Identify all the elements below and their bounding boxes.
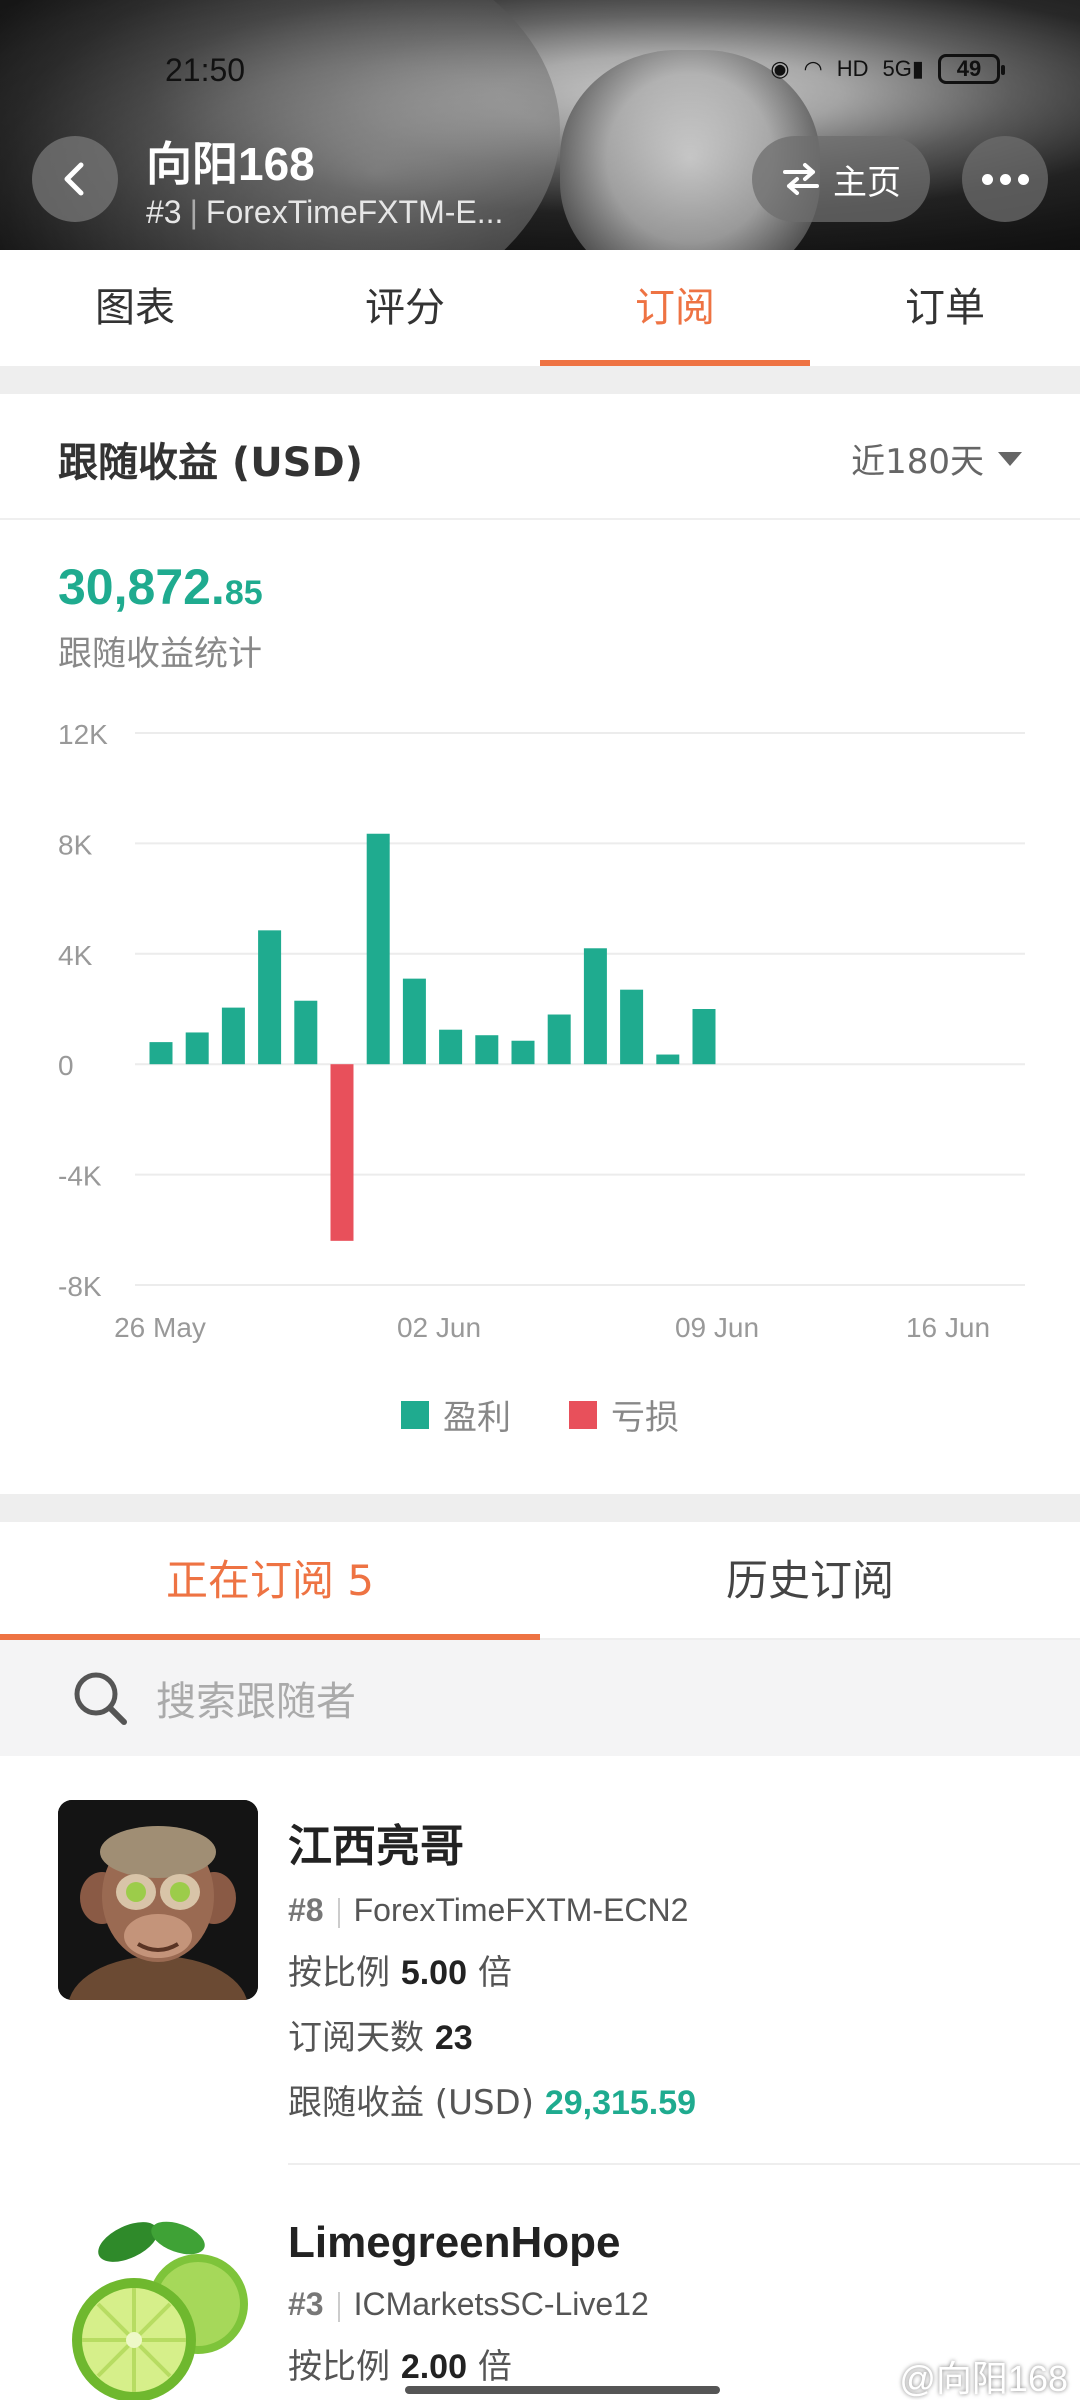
bar <box>258 930 282 1065</box>
bar <box>692 1009 716 1065</box>
bar <box>583 948 607 1065</box>
tab-current-subscriptions[interactable]: 正在订阅 5 <box>0 1522 540 1640</box>
follower-ratio: 按比例 2.00 倍 <box>288 2347 512 2387</box>
follower-rank: #3 <box>288 2286 324 2322</box>
avatar <box>58 1800 258 2000</box>
tab-rating[interactable]: 评分 <box>270 250 540 366</box>
chart-legend: 盈利 亏损 <box>0 1390 1080 1439</box>
account-subtitle: #3 | ForexTimeFXTM-E... <box>146 194 504 230</box>
chevron-left-icon <box>64 162 84 196</box>
home-button[interactable]: 主页 <box>752 136 930 222</box>
follower-profit: 跟随收益 (USD) 29,315.59 <box>288 2083 697 2123</box>
tab-subscription[interactable]: 订阅 <box>540 250 810 366</box>
bar <box>547 1014 571 1065</box>
x-tick-label: 09 Jun <box>675 1312 759 1343</box>
bar <box>511 1040 535 1065</box>
home-button-label: 主页 <box>833 163 901 202</box>
total-profit-integer: 30,872. <box>58 559 225 615</box>
total-profit: 30,872.85 <box>58 558 263 616</box>
bar <box>149 1042 173 1065</box>
signal-icon: 5G▮ <box>882 56 924 81</box>
legend-loss-label: 亏损 <box>611 1398 679 1438</box>
range-selector[interactable]: 近180天 <box>851 434 1022 483</box>
y-tick-label: 8K <box>58 829 93 860</box>
section-divider <box>0 366 1080 394</box>
back-button[interactable] <box>32 136 118 222</box>
follower-account: #8 ForexTimeFXTM-ECN2 <box>288 1892 696 1929</box>
more-button[interactable] <box>962 136 1048 222</box>
y-tick-label: -4K <box>58 1161 102 1192</box>
follower-days: 订阅天数 23 <box>288 2018 473 2058</box>
dropdown-arrow-icon <box>998 451 1022 466</box>
search-input[interactable]: 搜索跟随者 <box>156 1669 356 1727</box>
status-time: 21:50 <box>165 52 246 88</box>
status-bar: 21:50 ◉ ◠ HD 5G▮ 49 <box>0 52 1080 92</box>
range-label: 近180天 <box>851 442 984 482</box>
subscription-tabs: 正在订阅 5 历史订阅 <box>0 1522 1080 1640</box>
total-profit-label: 跟随收益统计 <box>58 634 262 674</box>
follower-name: 江西亮哥 <box>288 1822 464 1871</box>
follower-broker: ICMarketsSC-Live12 <box>353 2286 649 2322</box>
y-tick-label: 12K <box>58 719 108 750</box>
eye-icon: ◉ <box>770 56 790 81</box>
legend-profit[interactable]: 盈利 <box>401 1390 511 1439</box>
watermark: @向阳168 <box>899 2358 1068 2399</box>
y-tick-label: -8K <box>58 1271 102 1302</box>
bar <box>439 1029 463 1065</box>
wifi-icon: ◠ <box>803 56 823 81</box>
legend-loss[interactable]: 亏损 <box>569 1390 679 1439</box>
more-dots-icon <box>981 173 993 185</box>
profit-card-title: 跟随收益 (USD) <box>58 440 363 486</box>
bar <box>475 1035 499 1065</box>
tab-history-subscriptions[interactable]: 历史订阅 <box>540 1522 1080 1638</box>
home-indicator <box>405 2386 720 2394</box>
bar <box>221 1007 245 1065</box>
y-tick-label: 4K <box>58 940 93 971</box>
follower-name: LimegreenHope <box>288 2218 621 2267</box>
profit-bar-chart: 12K 8K 4K 0 -4K -8K 26 May 02 Jun 09 Jun 16 Jun <box>58 719 1025 1343</box>
profile-header: 21:50 ◉ ◠ HD 5G▮ 49 向阳168 #3 | ForexTimeFX… <box>0 0 1080 250</box>
total-profit-decimal: 85 <box>224 574 263 612</box>
bar <box>366 833 390 1065</box>
x-tick-label: 02 Jun <box>397 1312 481 1343</box>
rank-badge: #3 <box>146 194 182 230</box>
profit-card-header: 跟随收益 (USD) 近180天 <box>0 394 1080 520</box>
page-title: 向阳168 <box>146 138 315 190</box>
follower-info: 江西亮哥 #8 ForexTimeFXTM-ECN2 按比例 5.00 倍 订阅天… <box>288 1810 696 2124</box>
follower-rank: #8 <box>288 1892 324 1928</box>
follower-ratio: 按比例 5.00 倍 <box>288 1953 512 1993</box>
monkey-avatar-icon <box>58 1800 258 2000</box>
bar <box>185 1032 209 1065</box>
main-tabs: 图表 评分 订阅 订单 <box>0 250 1080 366</box>
bar <box>656 1054 680 1065</box>
account-name: ForexTimeFXTM-E... <box>205 194 504 230</box>
bar <box>620 989 644 1065</box>
swap-icon <box>783 163 819 195</box>
legend-profit-swatch <box>401 1400 429 1429</box>
list-item[interactable]: 江西亮哥 #8 ForexTimeFXTM-ECN2 按比例 5.00 倍 订阅天… <box>0 1800 1080 2130</box>
follower-info: LimegreenHope #3 ICMarketsSC-Live12 按比例 2… <box>288 2218 649 2388</box>
legend-loss-swatch <box>569 1400 597 1429</box>
bar <box>294 1000 318 1065</box>
tab-chart[interactable]: 图表 <box>0 250 270 366</box>
section-divider-2 <box>0 1494 1080 1522</box>
follower-account: #3 ICMarketsSC-Live12 <box>288 2286 649 2323</box>
list-divider <box>288 2163 1080 2165</box>
tab-orders[interactable]: 订单 <box>810 250 1080 366</box>
hd-icon: HD <box>836 56 869 81</box>
search-icon <box>74 1672 127 1725</box>
battery-icon: 49 <box>938 54 1005 84</box>
bar <box>330 1064 354 1241</box>
follower-broker: ForexTimeFXTM-ECN2 <box>353 1892 689 1928</box>
x-tick-label: 16 Jun <box>906 1312 990 1343</box>
y-tick-label: 0 <box>58 1050 74 1081</box>
legend-profit-label: 盈利 <box>443 1398 511 1438</box>
search-bar[interactable]: 搜索跟随者 <box>0 1640 1080 1756</box>
bar <box>402 978 426 1065</box>
x-tick-label: 26 May <box>114 1312 206 1343</box>
lime-avatar-icon <box>58 2208 258 2400</box>
avatar <box>58 2208 258 2400</box>
